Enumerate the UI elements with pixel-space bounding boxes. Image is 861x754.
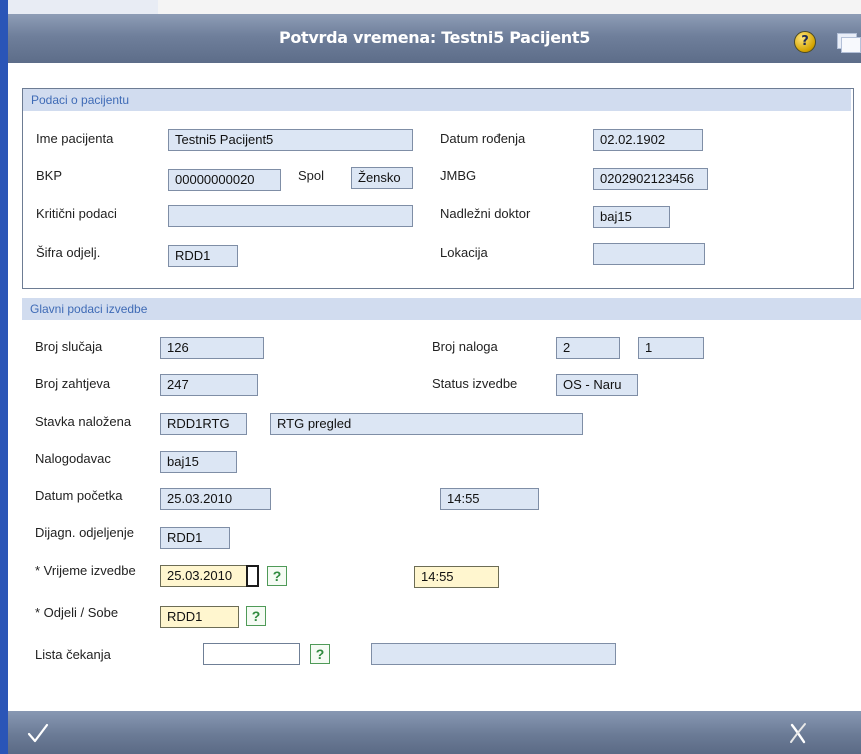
order-no-label: Broj naloga bbox=[432, 339, 498, 354]
patient-data-group: Podaci o pacijentu Ime pacijenta Testni5… bbox=[22, 88, 854, 289]
title-bar: Potvrda vremena: Testni5 Pacijent5 ? bbox=[8, 14, 861, 64]
doctor-label: Nadležni doktor bbox=[440, 206, 531, 221]
critical-data-field[interactable] bbox=[168, 205, 413, 227]
location-field[interactable] bbox=[593, 243, 705, 265]
rooms-label: * Odjeli / Sobe bbox=[35, 605, 119, 620]
dob-label: Datum rođenja bbox=[440, 131, 526, 146]
window-title: Potvrda vremena: Testni5 Pacijent5 bbox=[278, 28, 591, 47]
waitlist-desc-field[interactable] bbox=[371, 643, 616, 665]
status-field[interactable]: OS - Naru bbox=[556, 374, 638, 396]
case-no-field[interactable]: 126 bbox=[160, 337, 264, 359]
sex-field[interactable]: Žensko bbox=[351, 167, 413, 189]
patient-name-label: Ime pacijenta bbox=[36, 131, 114, 146]
location-label: Lokacija bbox=[440, 245, 488, 260]
waitlist-label: Lista čekanja bbox=[35, 647, 111, 662]
orderer-label: Nalogodavac bbox=[35, 451, 111, 466]
orderer-field[interactable]: baj15 bbox=[160, 451, 237, 473]
bkp-field[interactable]: 00000000020 bbox=[168, 169, 281, 191]
item-code-field[interactable]: RDD1RTG bbox=[160, 413, 247, 435]
patient-section-header: Podaci o pacijentu bbox=[23, 89, 851, 111]
case-no-label: Broj slučaja bbox=[35, 339, 103, 354]
jmbg-field[interactable]: 0202902123456 bbox=[593, 168, 708, 190]
status-label: Status izvedbe bbox=[432, 376, 518, 391]
doctor-field[interactable]: baj15 bbox=[593, 206, 670, 228]
item-label: Stavka naložena bbox=[35, 414, 132, 429]
exec-time-label: * Vrijeme izvedbe bbox=[35, 563, 136, 578]
help-icon[interactable]: ? bbox=[794, 31, 816, 53]
diag-dept-field[interactable]: RDD1 bbox=[160, 527, 230, 549]
rooms-lookup-button[interactable]: ? bbox=[246, 606, 266, 626]
execution-section-header: Glavni podaci izvedbe bbox=[22, 298, 861, 320]
exec-time-field[interactable]: 14:55 bbox=[414, 566, 499, 588]
window-icon[interactable] bbox=[837, 33, 861, 53]
dept-code-field[interactable]: RDD1 bbox=[168, 245, 238, 267]
start-time-field[interactable]: 14:55 bbox=[440, 488, 539, 510]
bkp-label: BKP bbox=[36, 168, 63, 183]
sex-label: Spol bbox=[298, 168, 325, 183]
bottom-toolbar bbox=[8, 711, 861, 754]
waitlist-field[interactable] bbox=[203, 643, 300, 665]
cancel-x-icon[interactable] bbox=[786, 721, 810, 745]
exec-date-lookup-button[interactable]: ? bbox=[267, 566, 287, 586]
exec-date-cursor-field[interactable] bbox=[246, 565, 259, 587]
dept-code-label: Šifra odjelj. bbox=[36, 245, 101, 260]
dob-field[interactable]: 02.02.1902 bbox=[593, 129, 703, 151]
critical-data-label: Kritični podaci bbox=[36, 206, 117, 221]
exec-date-field[interactable]: 25.03.2010 bbox=[160, 565, 248, 587]
diag-dept-label: Dijagn. odjeljenje bbox=[35, 525, 135, 540]
jmbg-label: JMBG bbox=[440, 168, 477, 183]
patient-name-field[interactable]: Testni5 Pacijent5 bbox=[168, 129, 413, 151]
rooms-field[interactable]: RDD1 bbox=[160, 606, 239, 628]
start-date-label: Datum početka bbox=[35, 488, 123, 503]
order-no-field-1[interactable]: 2 bbox=[556, 337, 620, 359]
dialog-content: Podaci o pacijentu Ime pacijenta Testni5… bbox=[8, 63, 861, 711]
request-no-field[interactable]: 247 bbox=[160, 374, 258, 396]
request-no-label: Broj zahtjeva bbox=[35, 376, 111, 391]
checkmark-icon[interactable] bbox=[26, 721, 50, 745]
window-left-edge bbox=[0, 0, 8, 754]
order-no-field-2[interactable]: 1 bbox=[638, 337, 704, 359]
start-date-field[interactable]: 25.03.2010 bbox=[160, 488, 271, 510]
waitlist-lookup-button[interactable]: ? bbox=[310, 644, 330, 664]
item-desc-field[interactable]: RTG pregled bbox=[270, 413, 583, 435]
